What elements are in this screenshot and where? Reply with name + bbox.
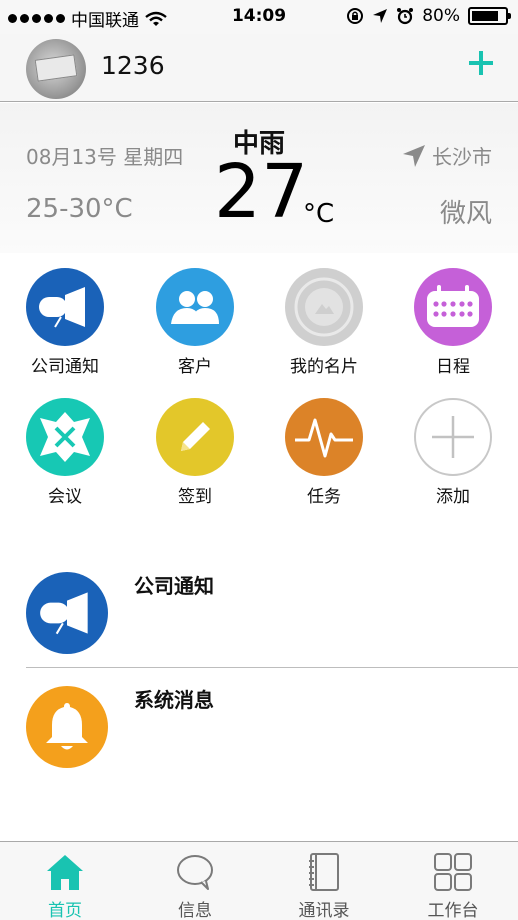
- grid-label: 日程: [436, 357, 470, 377]
- card-icon: [285, 268, 363, 346]
- tab-workbench[interactable]: 工作台: [388, 842, 518, 920]
- list-item-system[interactable]: 系统消息: [0, 680, 518, 790]
- username[interactable]: 1236: [101, 51, 165, 80]
- tab-contacts[interactable]: 通讯录: [259, 842, 389, 920]
- battery-level: [472, 11, 498, 21]
- tab-label: 首页: [48, 901, 82, 920]
- grid-item-task[interactable]: 任务: [259, 398, 389, 507]
- rotation-lock-icon: [347, 8, 364, 24]
- pencil-icon: [156, 398, 234, 476]
- meeting-icon: [26, 398, 104, 476]
- grid-item-card[interactable]: 我的名片: [259, 268, 389, 377]
- status-bar: 中国联通 14:09 80%: [0, 0, 518, 34]
- grid-label: 客户: [178, 357, 212, 377]
- megaphone-icon: [26, 572, 108, 654]
- location-arrow-icon: [403, 144, 425, 167]
- grid-item-checkin[interactable]: 签到: [130, 398, 260, 507]
- tab-label: 工作台: [427, 901, 479, 920]
- megaphone-icon: [26, 268, 104, 346]
- weather-unit: °C: [303, 199, 335, 229]
- weather-temperature: 27: [214, 149, 309, 235]
- list-item-title: 系统消息: [134, 688, 214, 712]
- chat-icon: [177, 855, 213, 890]
- home-icon: [47, 855, 83, 890]
- grid-label: 签到: [178, 487, 212, 507]
- grid-item-schedule[interactable]: 日程: [388, 268, 518, 377]
- grid-label: 添加: [436, 487, 470, 507]
- battery-percent: 80%: [422, 6, 460, 26]
- plus-icon: [414, 398, 492, 476]
- tab-label: 通讯录: [298, 901, 350, 920]
- weather-wind: 微风: [439, 199, 492, 229]
- grid-label: 任务: [307, 487, 341, 507]
- tab-label: 信息: [178, 901, 212, 920]
- weather-card: 08月13号 星期四 25-30°C 中雨 27 °C 长沙市 微风: [0, 103, 518, 253]
- calendar-icon: [414, 268, 492, 346]
- grid-item-notice[interactable]: 公司通知: [0, 268, 130, 377]
- add-button[interactable]: [466, 48, 496, 78]
- grid-label: 会议: [48, 487, 82, 507]
- pulse-icon: [285, 398, 363, 476]
- weather-city-label: 长沙市: [432, 145, 492, 169]
- tab-messages[interactable]: 信息: [130, 842, 260, 920]
- avatar[interactable]: [26, 39, 86, 99]
- tab-bar: 首页 信息 通讯录 工作台: [0, 841, 518, 920]
- workbench-icon: [434, 853, 472, 891]
- list-item-notice[interactable]: 公司通知: [0, 566, 518, 676]
- location-icon: [373, 9, 388, 23]
- grid-item-meeting[interactable]: 会议: [0, 398, 130, 507]
- grid-item-customers[interactable]: 客户: [130, 268, 260, 377]
- weather-temp-range: 25-30°C: [26, 194, 133, 224]
- weather-city[interactable]: 长沙市: [402, 141, 492, 170]
- alarm-icon: [397, 8, 414, 25]
- header: 1236: [0, 34, 518, 102]
- list-item-title: 公司通知: [134, 574, 214, 598]
- bell-icon: [26, 686, 108, 768]
- users-icon: [156, 268, 234, 346]
- tab-home[interactable]: 首页: [0, 842, 130, 920]
- contacts-icon: [309, 853, 339, 891]
- grid-item-add[interactable]: 添加: [388, 398, 518, 507]
- grid-label: 公司通知: [31, 357, 99, 377]
- battery-icon: [468, 7, 511, 25]
- divider: [26, 667, 518, 668]
- grid-label: 我的名片: [290, 357, 358, 377]
- status-right: 80%: [346, 6, 511, 26]
